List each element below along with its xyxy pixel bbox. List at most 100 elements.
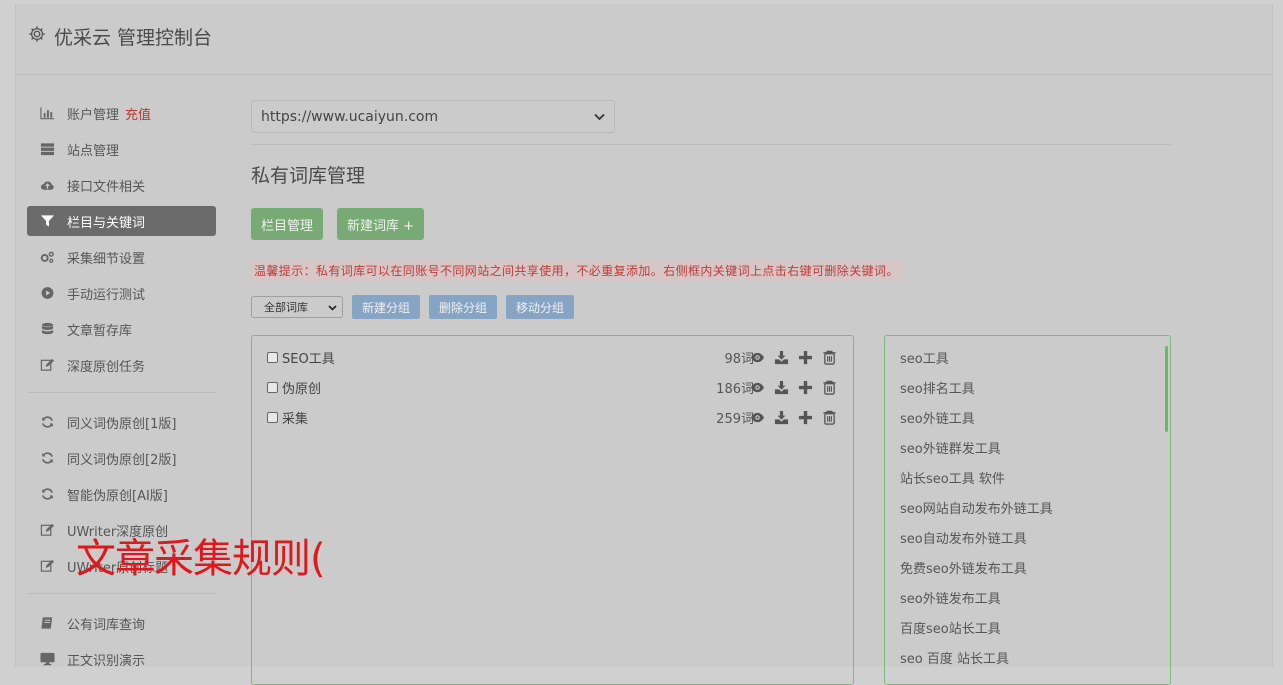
play-circle-icon xyxy=(38,286,56,300)
move-group-button[interactable]: 移动分组 xyxy=(506,295,575,319)
divider xyxy=(27,593,216,594)
sidebar-item-article-store[interactable]: 文章暂存库 xyxy=(27,314,216,344)
library-row[interactable]: 采集 259词 xyxy=(267,406,837,428)
sidebar-item-columns-keywords[interactable]: 栏目与关键词 xyxy=(27,206,216,236)
sidebar-item-account[interactable]: 账户管理 充值 xyxy=(27,98,216,128)
sidebar-item-synonym-v1[interactable]: 同义词伪原创[1版] xyxy=(27,407,216,437)
new-library-button[interactable]: 新建词库 + xyxy=(337,208,425,240)
plus-icon[interactable] xyxy=(798,410,813,425)
sidebar-item-text-recognition[interactable]: 正文识别演示 xyxy=(27,644,216,674)
library-name: SEO工具 xyxy=(282,351,335,367)
library-row[interactable]: SEO工具 98词 xyxy=(267,346,837,368)
eye-icon[interactable] xyxy=(750,410,765,425)
keyword-item[interactable]: seo外链发布工具 xyxy=(900,590,1001,610)
group-toolbar: 全部词库 新建分组 删除分组 移动分组 xyxy=(251,295,1171,319)
overlay-caption: 文章采集规则( xyxy=(76,536,326,582)
gears-icon xyxy=(38,250,56,264)
sidebar-item-synonym-v2[interactable]: 同义词伪原创[2版] xyxy=(27,443,216,473)
new-group-button[interactable]: 新建分组 xyxy=(352,295,421,319)
eye-icon[interactable] xyxy=(750,350,765,365)
tip-text: 温馨提示：私有词库可以在同账号不同网站之间共享使用，不必重复添加。右侧框内关键词… xyxy=(251,260,902,281)
library-actions xyxy=(750,350,837,365)
keyword-item[interactable]: seo外链群发工具 xyxy=(900,440,1001,460)
trash-icon[interactable] xyxy=(822,410,837,425)
sidebar-item-public-lib[interactable]: 公有词库查询 xyxy=(27,608,216,638)
sidebar-item-sites[interactable]: 站点管理 xyxy=(27,134,216,164)
sidebar-item-ai-rewrite[interactable]: 智能伪原创[AI版] xyxy=(27,479,216,509)
sidebar-item-label: 站点管理 xyxy=(67,143,120,159)
download-icon[interactable] xyxy=(774,350,789,365)
library-checkbox[interactable] xyxy=(267,351,278,363)
site-select-value: https://www.ucaiyun.com xyxy=(261,108,439,125)
desktop-icon xyxy=(38,652,56,666)
app-title: 优采云 管理控制台 xyxy=(54,26,213,49)
action-buttons: 栏目管理 新建词库 + xyxy=(251,208,1171,240)
edit-icon xyxy=(38,358,56,372)
library-actions xyxy=(750,410,837,425)
download-icon[interactable] xyxy=(774,380,789,395)
sidebar-item-label: 接口文件相关 xyxy=(67,179,146,195)
trash-icon[interactable] xyxy=(822,380,837,395)
divider xyxy=(27,392,216,393)
library-name: 采集 xyxy=(282,411,309,427)
keyword-item[interactable]: 百度seo站长工具 xyxy=(900,620,1001,640)
plus-icon[interactable] xyxy=(798,350,813,365)
sidebar-item-label: 深度原创任务 xyxy=(67,359,146,375)
keyword-item[interactable]: seo自动发布外链工具 xyxy=(900,530,1027,550)
sidebar-item-label: 文章暂存库 xyxy=(67,323,133,339)
library-checkbox[interactable] xyxy=(267,381,278,393)
sidebar-item-label: 采集细节设置 xyxy=(67,251,146,267)
refresh-icon xyxy=(38,415,56,429)
bar-chart-icon xyxy=(38,106,56,120)
sidebar-item-collect-settings[interactable]: 采集细节设置 xyxy=(27,242,216,272)
edit-icon xyxy=(38,559,56,573)
edit-icon xyxy=(38,523,56,537)
keyword-item[interactable]: seo网站自动发布外链工具 xyxy=(900,500,1053,520)
eye-icon[interactable] xyxy=(750,380,765,395)
library-row[interactable]: 伪原创 186词 xyxy=(267,376,837,398)
refresh-icon xyxy=(38,451,56,465)
keyword-list-panel: seo工具 seo排名工具 seo外链工具 seo外链群发工具 站长seo工具 … xyxy=(884,335,1171,685)
keyword-item[interactable]: seo外链工具 xyxy=(900,410,975,430)
delete-group-button[interactable]: 删除分组 xyxy=(429,295,498,319)
refresh-icon xyxy=(38,487,56,501)
library-checkbox[interactable] xyxy=(267,411,278,423)
sidebar-item-label: 手动运行测试 xyxy=(67,287,146,303)
library-name: 伪原创 xyxy=(282,381,322,397)
book-icon xyxy=(38,616,56,630)
database-icon xyxy=(38,322,56,336)
page-title: 私有词库管理 xyxy=(251,165,366,187)
keyword-item[interactable]: seo 百度 站长工具 xyxy=(900,650,1009,670)
keyword-item[interactable]: 站长seo工具 软件 xyxy=(900,470,1005,490)
group-select-value: 全部词库 xyxy=(264,301,308,314)
plus-icon[interactable] xyxy=(798,380,813,395)
library-actions xyxy=(750,380,837,395)
gear-icon xyxy=(28,25,46,48)
column-manage-button[interactable]: 栏目管理 xyxy=(251,208,324,240)
sidebar: 账户管理 充值 站点管理 接口文件相关 栏目与关键词 采集细节设置 手动运行测试… xyxy=(27,98,216,680)
filter-icon xyxy=(38,214,56,228)
sidebar-item-manual-test[interactable]: 手动运行测试 xyxy=(27,278,216,308)
brand[interactable]: 优采云 管理控制台 xyxy=(28,22,212,50)
sidebar-item-interface[interactable]: 接口文件相关 xyxy=(27,170,216,200)
sidebar-item-label: 同义词伪原创[1版] xyxy=(67,416,177,432)
keyword-item[interactable]: seo排名工具 xyxy=(900,380,975,400)
sidebar-item-label: 栏目与关键词 xyxy=(67,215,146,231)
divider xyxy=(251,144,1171,145)
group-select[interactable]: 全部词库 xyxy=(251,296,343,318)
trash-icon[interactable] xyxy=(822,350,837,365)
download-icon[interactable] xyxy=(774,410,789,425)
chevron-down-icon xyxy=(328,301,337,314)
library-count: 186词 xyxy=(716,381,754,397)
chevron-down-icon xyxy=(594,109,605,125)
keyword-item[interactable]: 免费seo外链发布工具 xyxy=(900,560,1027,580)
keyword-item[interactable]: seo工具 xyxy=(900,350,949,370)
sidebar-item-deep-original[interactable]: 深度原创任务 xyxy=(27,350,216,380)
recharge-link[interactable]: 充值 xyxy=(125,104,151,123)
cloud-upload-icon xyxy=(38,178,56,192)
sidebar-item-label: 正文识别演示 xyxy=(67,653,146,669)
scrollbar[interactable] xyxy=(1165,346,1168,432)
sidebar-item-label: 同义词伪原创[2版] xyxy=(67,452,177,468)
sidebar-item-label: 公有词库查询 xyxy=(67,617,146,633)
site-select[interactable]: https://www.ucaiyun.com xyxy=(251,100,615,133)
